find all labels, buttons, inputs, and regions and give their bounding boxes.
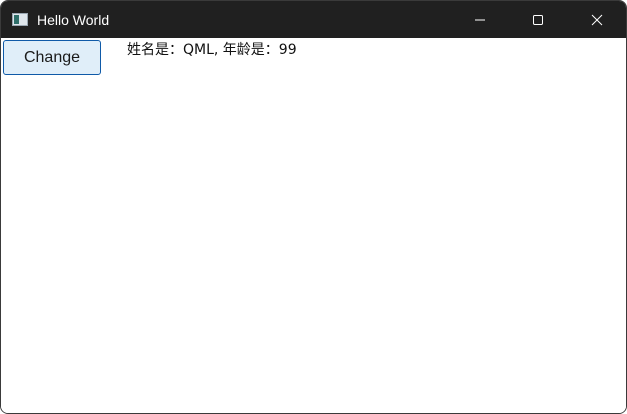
change-button[interactable]: Change — [3, 40, 101, 75]
minimize-button[interactable] — [451, 1, 509, 38]
app-window-icon — [12, 13, 28, 26]
info-text: 姓名是：QML, 年龄是：99 — [127, 42, 297, 58]
window-title: Hello World — [37, 12, 110, 28]
maximize-icon — [532, 14, 544, 26]
close-icon — [591, 14, 603, 26]
close-button[interactable] — [568, 1, 626, 38]
client-area: Change 姓名是：QML, 年龄是：99 — [1, 38, 626, 413]
minimize-icon — [474, 14, 486, 26]
app-window: Hello World Change 姓名是：QML, 年龄是：99 — [0, 0, 627, 414]
title-bar[interactable]: Hello World — [1, 1, 626, 38]
maximize-button[interactable] — [509, 1, 567, 38]
